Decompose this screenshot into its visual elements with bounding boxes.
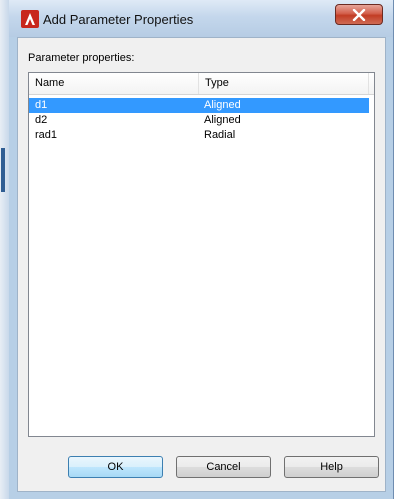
cell-type: Radial [204,129,236,141]
window-title: Add Parameter Properties [43,12,194,27]
table-row[interactable]: rad1 Radial [29,128,374,143]
cell-type: Aligned [204,114,241,126]
title-bar[interactable]: Add Parameter Properties [9,0,393,37]
cell-type: Aligned [204,99,241,111]
column-header-name[interactable]: Name [29,73,199,94]
list-rows: d1 Aligned d2 Aligned rad1 Radial [29,98,374,143]
table-row[interactable]: d2 Aligned [29,113,374,128]
background-window-marker [1,148,5,192]
list-header: Name Type [29,73,374,95]
parameter-list[interactable]: Name Type d1 Aligned d2 Aligned rad1 Rad… [28,72,375,437]
cell-name: d2 [35,114,48,126]
add-parameter-properties-dialog: Add Parameter Properties Parameter prope… [0,0,394,499]
table-row[interactable]: d1 Aligned [29,98,369,113]
help-button[interactable]: Help [284,456,379,478]
close-icon [352,8,366,21]
autocad-logo-icon [21,10,39,28]
dialog-body: Parameter properties: Name Type d1 Align… [17,37,386,492]
column-header-type[interactable]: Type [199,73,369,94]
cell-name: d1 [35,99,48,111]
cell-name: rad1 [35,129,58,141]
close-button[interactable] [335,4,383,25]
ok-button[interactable]: OK [68,456,163,478]
background-window-edge [0,0,9,499]
parameter-properties-label: Parameter properties: [28,52,135,64]
cancel-button[interactable]: Cancel [176,456,271,478]
